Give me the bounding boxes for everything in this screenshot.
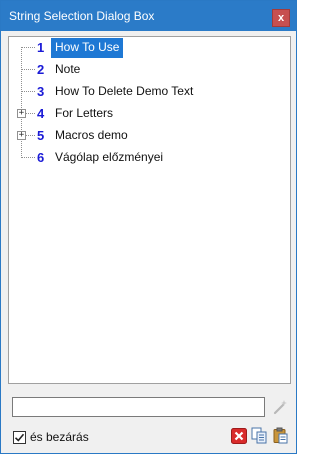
tree-item-number: 3: [37, 84, 45, 99]
close-after-checkbox[interactable]: [13, 430, 26, 444]
dialog-window: String Selection Dialog Box x 1 How To U…: [0, 0, 297, 454]
tree-branch-line: [21, 157, 35, 158]
close-after-label: és bezárás: [30, 430, 89, 444]
tree-item-label[interactable]: Macros demo: [51, 126, 132, 146]
magic-wand-icon[interactable]: [271, 397, 289, 417]
tree-item-label[interactable]: How To Use: [51, 38, 124, 58]
close-after-option[interactable]: és bezárás: [13, 429, 89, 445]
tree-item-2[interactable]: 2 Note: [9, 59, 290, 81]
tree-item-number: 4: [37, 106, 45, 121]
tree-item-label[interactable]: How To Delete Demo Text: [51, 82, 197, 102]
tree-item-number: 5: [37, 128, 45, 143]
tree-item-label[interactable]: Vágólap előzményei: [51, 148, 167, 168]
window-title: String Selection Dialog Box: [9, 9, 155, 23]
tree-view[interactable]: 1 How To Use 2 Note 3 How To Delete Demo…: [8, 36, 291, 384]
tree-item-5[interactable]: + 5 Macros demo: [9, 125, 290, 147]
delete-icon[interactable]: [230, 427, 247, 444]
tree-item-1[interactable]: 1 How To Use: [9, 37, 290, 59]
filter-input[interactable]: [12, 397, 265, 417]
copy-icon[interactable]: [251, 427, 268, 444]
expand-plus-icon[interactable]: +: [17, 109, 26, 118]
tree-item-number: 6: [37, 150, 45, 165]
paste-icon[interactable]: [272, 427, 289, 444]
tree-branch-line: [21, 47, 35, 48]
tree-item-label[interactable]: Note: [51, 60, 84, 80]
tree-item-label[interactable]: For Letters: [51, 104, 117, 124]
tree-item-3[interactable]: 3 How To Delete Demo Text: [9, 81, 290, 103]
close-button[interactable]: x: [272, 9, 290, 27]
tree-item-number: 2: [37, 62, 45, 77]
expand-plus-icon[interactable]: +: [17, 131, 26, 140]
tree-branch-line: [21, 69, 35, 70]
title-bar[interactable]: String Selection Dialog Box x: [1, 1, 296, 31]
tree-item-6[interactable]: 6 Vágólap előzményei: [9, 147, 290, 169]
tree-item-number: 1: [37, 40, 45, 55]
tree-branch-line: [21, 91, 35, 92]
bottom-panel: és bezárás: [1, 384, 296, 453]
tree-item-4[interactable]: + 4 For Letters: [9, 103, 290, 125]
